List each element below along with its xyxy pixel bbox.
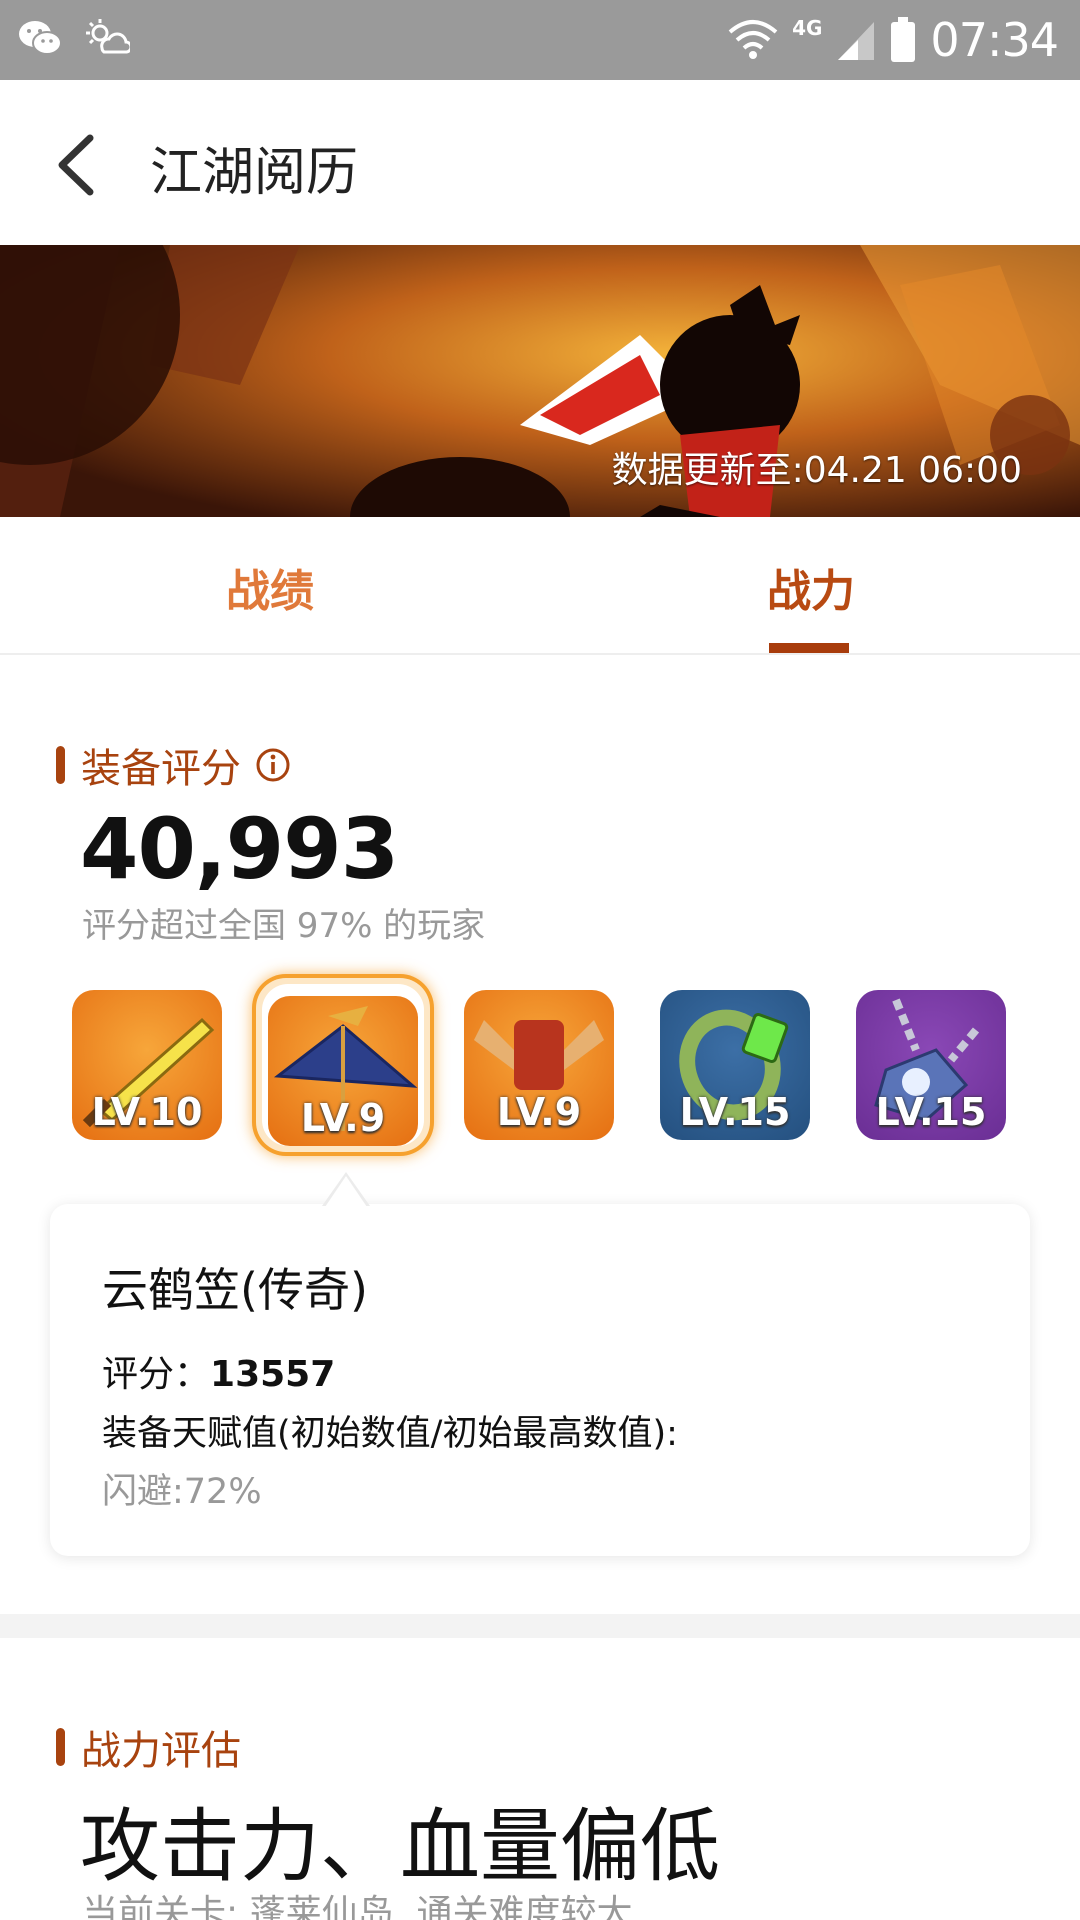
equipment-slot-armor[interactable]: LV.9: [464, 990, 614, 1140]
clock: 07:34: [930, 13, 1059, 67]
status-bar: 4G 07:34: [0, 0, 1080, 80]
item-level: LV.15: [679, 1090, 791, 1134]
info-icon[interactable]: [255, 747, 291, 783]
assessment-headline: 攻击力、血量偏低: [80, 1800, 720, 1893]
section-divider: [0, 1614, 1080, 1638]
weather-icon: [86, 19, 130, 54]
equipment-slot-bracelet[interactable]: LV.15: [660, 990, 810, 1140]
equipment-slot-necklace[interactable]: LV.15: [856, 990, 1006, 1140]
equipment-section-header: 装备评分: [56, 736, 291, 794]
item-level: LV.9: [496, 1090, 582, 1134]
signal-icon: [838, 22, 875, 60]
wifi-icon: [728, 20, 778, 59]
tab-record[interactable]: 战绩: [226, 555, 314, 619]
data-update-time: 数据更新至:04.21 06:00: [611, 450, 1022, 491]
item-talent-label: 装备天赋值(初始数值/初始最高数值):: [102, 1414, 678, 1454]
assessment-subtitle: 当前关卡: 蓬莱仙岛, 通关难度较大: [82, 1893, 633, 1920]
equipment-slot-weapon[interactable]: LV.10: [72, 990, 222, 1140]
app-header: 江湖阅历: [0, 80, 1080, 245]
item-stat: 闪避:72%: [102, 1472, 262, 1512]
section-marker: [56, 1728, 65, 1766]
assessment-section-title: 战力评估: [81, 1728, 241, 1774]
item-level: LV.10: [91, 1090, 203, 1134]
item-score-value: 13557: [210, 1354, 336, 1395]
tab-bar: 战绩 战力: [0, 517, 1080, 655]
card-pointer-inner: [325, 1176, 367, 1207]
item-name: 云鹤笠(传奇): [102, 1263, 368, 1317]
section-marker: [56, 746, 65, 784]
item-level: LV.15: [875, 1090, 987, 1134]
assessment-section-header: 战力评估: [56, 1718, 241, 1776]
item-score-label: 评分：: [102, 1354, 211, 1395]
item-level: LV.9: [300, 1096, 386, 1140]
network-type: 4G: [792, 16, 823, 40]
item-score: 评分：13557: [102, 1345, 335, 1397]
tab-power[interactable]: 战力: [767, 555, 855, 619]
equipment-section-title: 装备评分: [81, 746, 241, 792]
equipment-slot-hat[interactable]: LV.9: [268, 996, 418, 1146]
back-button[interactable]: [50, 132, 110, 198]
battery-icon: [891, 17, 916, 62]
wechat-icon: [19, 21, 62, 55]
active-tab-indicator: [769, 643, 849, 653]
hero-banner: 数据更新至:04.21 06:00: [0, 245, 1080, 517]
page-title: 江湖阅历: [150, 143, 359, 203]
equipment-score: 40,993: [80, 800, 399, 898]
score-percentile: 评分超过全国 97% 的玩家: [82, 906, 486, 946]
